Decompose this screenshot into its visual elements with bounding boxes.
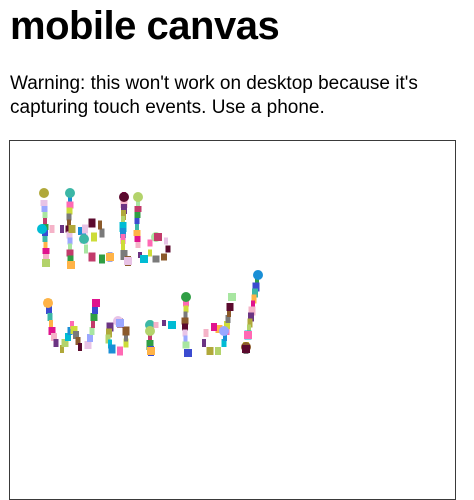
stroke-segment — [66, 207, 73, 215]
stroke-segment — [66, 249, 74, 257]
stroke-segment — [153, 322, 159, 328]
stroke-end-square — [244, 331, 252, 339]
stroke-start-dot — [253, 270, 263, 280]
stroke-segment — [98, 220, 102, 230]
stroke-segment — [206, 347, 214, 355]
stroke-segment — [183, 311, 188, 319]
stroke-segment — [226, 303, 234, 311]
stroke-segment — [165, 245, 171, 253]
stroke-segment — [134, 218, 140, 224]
page-title: mobile canvas — [10, 4, 280, 48]
stroke-start-dot — [145, 326, 155, 336]
stroke-end-square — [242, 345, 250, 353]
stroke-segment — [202, 339, 206, 347]
stroke-segment — [88, 218, 96, 228]
stroke-segment — [53, 339, 59, 347]
stroke-end-square — [140, 255, 148, 263]
stroke-segment — [91, 232, 97, 242]
stroke-segment — [135, 242, 141, 248]
stroke-end-square — [124, 257, 132, 265]
stroke-segment — [99, 254, 105, 264]
stroke-segment — [90, 313, 98, 321]
stroke-segment — [147, 239, 153, 247]
stroke-segment — [182, 329, 188, 337]
stroke-segment — [41, 206, 48, 212]
stroke-start-dot — [79, 234, 89, 244]
stroke-segment — [47, 313, 53, 321]
stroke-end-square — [116, 319, 124, 327]
stroke-segment — [152, 255, 160, 263]
stroke-segment — [66, 201, 74, 209]
stroke-start-dot — [39, 188, 49, 198]
stroke-end-square — [228, 293, 236, 301]
stroke-segment — [42, 212, 48, 218]
stroke-end-square — [147, 347, 155, 355]
stroke-segment — [133, 230, 141, 236]
stroke-segment — [164, 237, 168, 245]
stroke-segment — [148, 249, 152, 257]
stroke-segment — [215, 347, 221, 355]
stroke-segment — [122, 326, 130, 336]
stroke-segment — [43, 218, 47, 224]
stroke-segment — [68, 225, 76, 233]
drawing-strokes — [37, 188, 263, 357]
stroke-segment — [91, 320, 95, 328]
stroke-segment — [183, 305, 189, 313]
stroke-segment — [108, 344, 116, 354]
stroke-segment — [99, 228, 105, 238]
stroke-segment — [92, 306, 98, 314]
stroke-start-dot — [37, 224, 47, 234]
stroke-end-square — [42, 259, 50, 267]
stroke-segment — [82, 224, 88, 234]
stroke-end-square — [184, 349, 192, 357]
stroke-start-dot — [43, 298, 53, 308]
stroke-segment — [66, 213, 72, 221]
stroke-end-square — [67, 261, 75, 269]
stroke-segment — [182, 323, 188, 331]
warning-text: Warning: this won't work on desktop beca… — [10, 73, 418, 118]
stroke-segment — [43, 242, 48, 248]
stroke-segment — [49, 320, 53, 328]
stroke-start-dot — [65, 188, 75, 198]
stroke-segment — [182, 341, 190, 349]
stroke-segment — [89, 327, 95, 335]
stroke-segment — [211, 323, 217, 331]
stroke-segment — [40, 200, 48, 206]
stroke-segment — [84, 341, 92, 349]
stroke-start-dot — [181, 292, 191, 302]
stroke-segment — [203, 329, 209, 337]
stroke-end-square — [154, 233, 162, 241]
stroke-segment — [84, 244, 88, 254]
stroke-segment — [49, 225, 55, 233]
stroke-segment — [134, 212, 141, 218]
stroke-segment — [87, 334, 93, 342]
stroke-segment — [134, 236, 141, 242]
drawing-canvas[interactable] — [9, 140, 456, 500]
stroke-start-dot — [133, 192, 143, 202]
stroke-end-square — [168, 321, 176, 329]
stroke-segment — [78, 343, 82, 351]
stroke-segment — [135, 224, 139, 230]
stroke-segment — [181, 317, 189, 325]
stroke-segment — [68, 243, 72, 251]
stroke-segment — [60, 225, 64, 233]
stroke-segment — [134, 206, 142, 212]
stroke-start-dot — [119, 192, 129, 202]
stroke-segment — [88, 252, 96, 262]
stroke-end-square — [106, 253, 114, 261]
stroke-segment — [67, 237, 73, 245]
stroke-segment — [117, 346, 123, 356]
stroke-start-dot — [219, 326, 229, 336]
stroke-segment — [121, 240, 125, 250]
stroke-segment — [162, 320, 166, 326]
stroke-segment — [183, 335, 188, 343]
stroke-segment — [161, 253, 167, 261]
stroke-segment — [42, 236, 48, 242]
stroke-end-square — [92, 299, 100, 307]
stroke-segment — [42, 248, 50, 254]
